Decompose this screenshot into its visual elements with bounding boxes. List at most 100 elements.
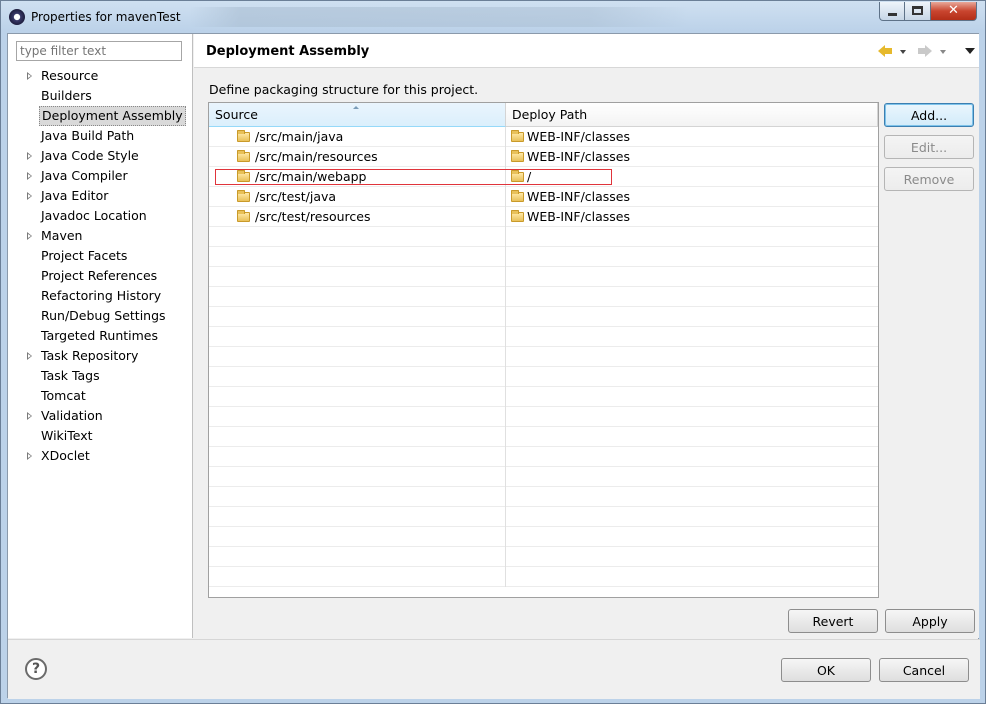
empty-cell: [209, 407, 506, 427]
apply-button[interactable]: Apply: [885, 609, 975, 633]
side-button-column: Add... Edit... Remove: [884, 103, 975, 199]
add-button[interactable]: Add...: [884, 103, 974, 127]
empty-cell: [209, 427, 506, 447]
empty-row: [209, 527, 878, 547]
tree-item-label: Refactoring History: [41, 288, 162, 303]
empty-cell: [209, 447, 506, 467]
expand-arrow-icon[interactable]: [27, 232, 32, 240]
tree-item[interactable]: XDoclet: [8, 446, 193, 466]
preference-tree: Resource Builders Deployment Assembly Java …: [8, 66, 193, 466]
source-path: /src/test/resources: [255, 209, 371, 224]
tree-item[interactable]: Project References: [8, 266, 193, 286]
deploy-path: WEB-INF/classes: [527, 189, 631, 204]
tree-item[interactable]: Java Editor: [8, 186, 193, 206]
deploy-path: /: [527, 169, 532, 184]
tree-item[interactable]: Resource: [8, 66, 193, 86]
edit-button[interactable]: Edit...: [884, 135, 974, 159]
title-bar[interactable]: Properties for mavenTest ✕: [1, 1, 985, 33]
tree-item[interactable]: Deployment Assembly: [8, 106, 193, 126]
page-description: Define packaging structure for this proj…: [209, 82, 479, 97]
source-path: /src/main/webapp: [255, 169, 367, 184]
expand-arrow-icon[interactable]: [27, 352, 32, 360]
sort-ascending-icon: [353, 106, 359, 109]
tree-item-label: WikiText: [41, 428, 93, 443]
expand-arrow-icon[interactable]: [27, 72, 32, 80]
revert-button[interactable]: Revert: [788, 609, 878, 633]
cancel-button[interactable]: Cancel: [879, 658, 969, 682]
tree-item[interactable]: Run/Debug Settings: [8, 306, 193, 326]
dialog-client-area: Resource Builders Deployment Assembly Java …: [7, 33, 980, 699]
tree-item[interactable]: Javadoc Location: [8, 206, 193, 226]
tree-item[interactable]: Task Repository: [8, 346, 193, 366]
empty-row: [209, 467, 878, 487]
deploy-path-cell: /: [506, 167, 878, 187]
folder-icon: [511, 170, 524, 182]
column-header-deploy-path[interactable]: Deploy Path: [506, 103, 878, 127]
deployment-table: Source Deploy Path /src/main/java WEB-INF…: [208, 102, 879, 598]
empty-cell: [209, 267, 506, 287]
source-cell: /src/main/resources: [209, 147, 506, 167]
empty-cell: [209, 367, 506, 387]
folder-icon: [237, 150, 250, 162]
tree-item[interactable]: Task Tags: [8, 366, 193, 386]
table-header: Source Deploy Path: [209, 103, 878, 127]
tree-item[interactable]: Project Facets: [8, 246, 193, 266]
tree-item[interactable]: Builders: [8, 86, 193, 106]
maximize-button[interactable]: [905, 2, 931, 21]
empty-cell: [209, 387, 506, 407]
expand-arrow-icon[interactable]: [27, 412, 32, 420]
close-button[interactable]: ✕: [931, 2, 977, 21]
tree-item[interactable]: WikiText: [8, 426, 193, 446]
tree-item-label: Java Compiler: [41, 168, 128, 183]
empty-cell: [209, 347, 506, 367]
source-cell: /src/test/resources: [209, 207, 506, 227]
tree-item-label: Tomcat: [41, 388, 86, 403]
back-history-dropdown-icon[interactable]: [900, 50, 906, 54]
empty-cell: [209, 227, 506, 247]
column-header-source[interactable]: Source: [209, 103, 506, 127]
tree-item[interactable]: Java Build Path: [8, 126, 193, 146]
tree-item-label: Validation: [41, 408, 103, 423]
expand-arrow-icon[interactable]: [27, 452, 32, 460]
tree-item[interactable]: Java Code Style: [8, 146, 193, 166]
tree-item[interactable]: Tomcat: [8, 386, 193, 406]
table-row[interactable]: /src/test/resources WEB-INF/classes: [209, 207, 878, 227]
tree-item[interactable]: Maven: [8, 226, 193, 246]
filter-input[interactable]: [16, 41, 182, 61]
table-row[interactable]: /src/test/java WEB-INF/classes: [209, 187, 878, 207]
expand-arrow-icon[interactable]: [27, 152, 32, 160]
empty-row: [209, 407, 878, 427]
tree-item[interactable]: Validation: [8, 406, 193, 426]
empty-row: [209, 547, 878, 567]
folder-icon: [511, 150, 524, 162]
tree-item-label: Javadoc Location: [41, 208, 147, 223]
folder-icon: [237, 190, 250, 202]
empty-row: [209, 507, 878, 527]
view-menu-icon[interactable]: [965, 48, 975, 54]
tree-item[interactable]: Java Compiler: [8, 166, 193, 186]
empty-row: [209, 487, 878, 507]
empty-cell: [209, 487, 506, 507]
forward-arrow-icon[interactable]: [918, 45, 932, 57]
page-navigation: [878, 43, 978, 59]
preference-tree-pane: Resource Builders Deployment Assembly Java …: [8, 34, 193, 638]
expand-arrow-icon[interactable]: [27, 192, 32, 200]
forward-history-dropdown-icon[interactable]: [940, 50, 946, 54]
table-row[interactable]: /src/main/webapp /: [209, 167, 878, 187]
expand-arrow-icon[interactable]: [27, 172, 32, 180]
column-header-source-label: Source: [215, 107, 258, 122]
eclipse-icon: [9, 9, 25, 25]
deploy-path-cell: WEB-INF/classes: [506, 147, 878, 167]
back-arrow-icon[interactable]: [878, 45, 892, 57]
minimize-button[interactable]: [879, 2, 905, 21]
tree-item[interactable]: Targeted Runtimes: [8, 326, 193, 346]
table-row[interactable]: /src/main/resources WEB-INF/classes: [209, 147, 878, 167]
deploy-path-cell: WEB-INF/classes: [506, 187, 878, 207]
page-pane: Deployment Assembly Define packaging str…: [194, 34, 979, 638]
table-row[interactable]: /src/main/java WEB-INF/classes: [209, 127, 878, 147]
help-icon[interactable]: ?: [25, 658, 47, 680]
ok-button[interactable]: OK: [781, 658, 871, 682]
empty-cell: [209, 307, 506, 327]
tree-item[interactable]: Refactoring History: [8, 286, 193, 306]
remove-button[interactable]: Remove: [884, 167, 974, 191]
